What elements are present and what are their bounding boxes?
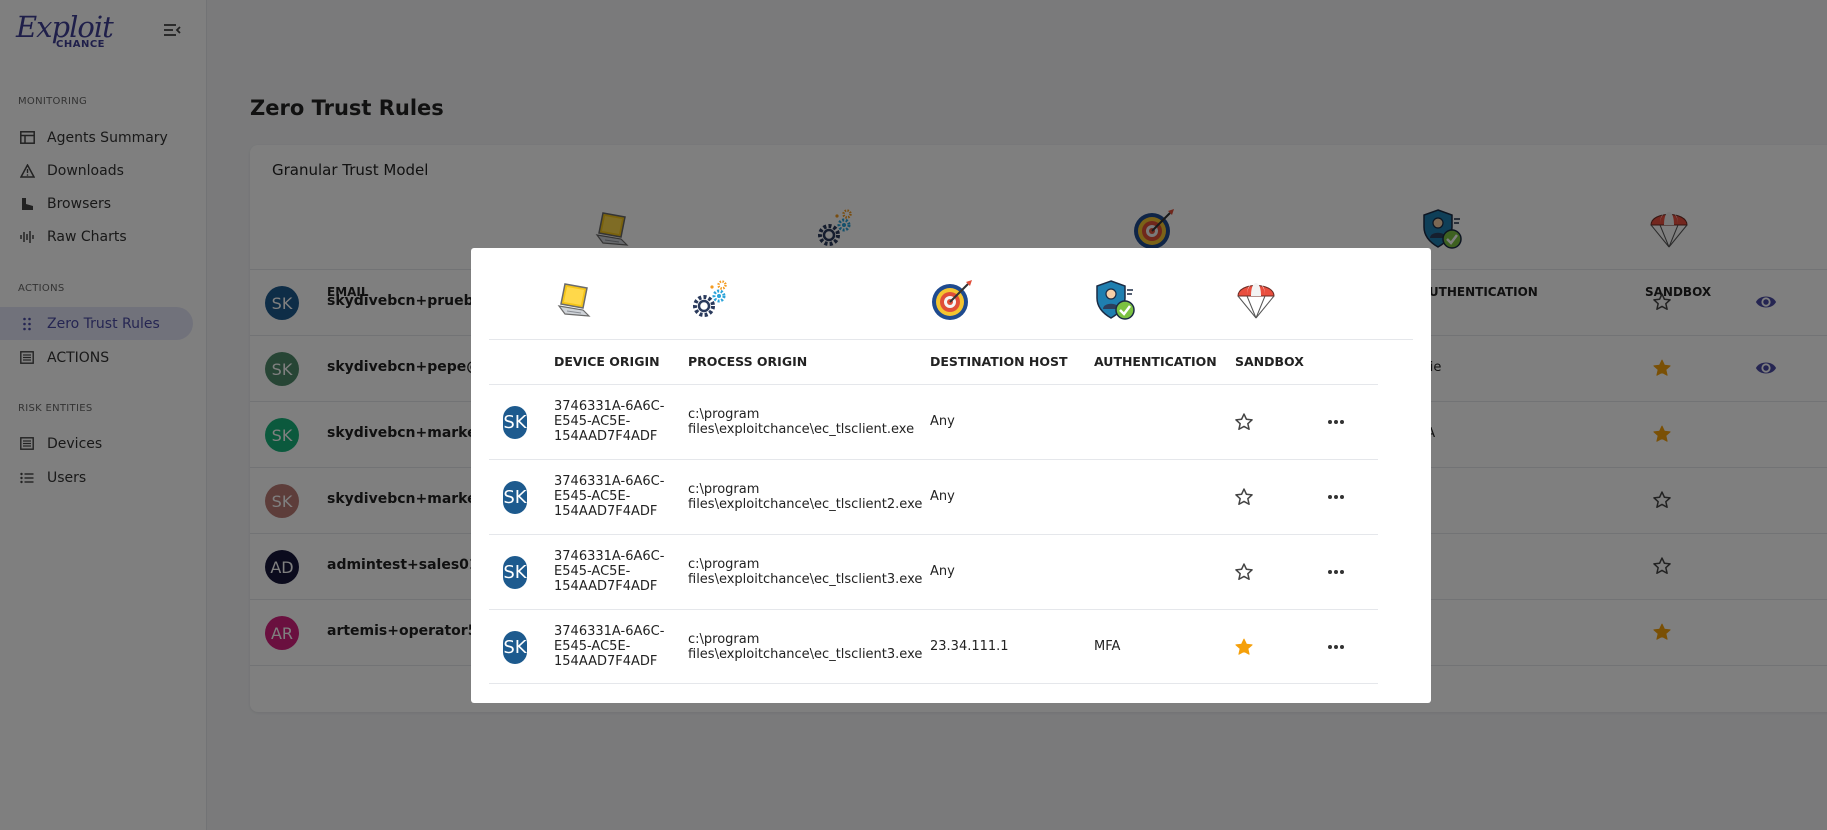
more-dot: [1328, 420, 1332, 424]
device-origin-cell: 3746331A-6A6C-E545-AC5E-154AAD7F4ADF: [554, 624, 665, 669]
column-header-device-origin: DEVICE ORIGIN: [554, 354, 660, 369]
column-header-sandbox: SANDBOX: [1235, 354, 1304, 369]
more-dot: [1328, 570, 1332, 574]
more-dot: [1340, 570, 1344, 574]
column-header-destination-host: DESTINATION HOST: [930, 354, 1068, 369]
process-origin-cell: c:\program files\exploitchance\ec_tlscli…: [688, 407, 915, 437]
laptop-icon: [555, 278, 599, 322]
modal-table-row[interactable]: SK 3746331A-6A6C-E545-AC5E-154AAD7F4ADF c:…: [489, 534, 1378, 609]
gears-icon: [688, 278, 732, 322]
more-dot: [1334, 570, 1338, 574]
target-icon: [930, 278, 974, 322]
avatar: SK: [503, 631, 527, 664]
device-origin-cell: 3746331A-6A6C-E545-AC5E-154AAD7F4ADF: [554, 399, 665, 444]
destination-host-cell: Any: [930, 564, 955, 579]
more-dot: [1340, 420, 1344, 424]
more-dot: [1340, 495, 1344, 499]
shield-user-icon: [1093, 278, 1137, 322]
avatar: SK: [503, 406, 527, 439]
device-origin-cell: 3746331A-6A6C-E545-AC5E-154AAD7F4ADF: [554, 474, 665, 519]
more-options-icon[interactable]: [1325, 638, 1347, 656]
more-options-icon[interactable]: [1325, 413, 1347, 431]
column-header-authentication: AUTHENTICATION: [1094, 354, 1217, 369]
authentication-cell: MFA: [1094, 639, 1121, 654]
destination-host-cell: 23.34.111.1: [930, 639, 1009, 654]
more-options-icon[interactable]: [1325, 488, 1347, 506]
destination-host-cell: Any: [930, 489, 955, 504]
star-outline-icon[interactable]: [1234, 487, 1254, 507]
more-dot: [1334, 495, 1338, 499]
star-outline-icon[interactable]: [1234, 412, 1254, 432]
star-filled-icon[interactable]: [1234, 637, 1254, 657]
process-origin-cell: c:\program files\exploitchance\ec_tlscli…: [688, 482, 923, 512]
more-dot: [1328, 495, 1332, 499]
column-header-process-origin: PROCESS ORIGIN: [688, 354, 808, 369]
modal-header-divider: [489, 339, 1413, 340]
avatar: SK: [503, 556, 527, 589]
process-origin-cell: c:\program files\exploitchance\ec_tlscli…: [688, 557, 923, 587]
star-outline-icon[interactable]: [1234, 562, 1254, 582]
avatar: SK: [503, 481, 527, 514]
more-dot: [1328, 645, 1332, 649]
modal-table-row[interactable]: SK 3746331A-6A6C-E545-AC5E-154AAD7F4ADF c:…: [489, 384, 1378, 459]
more-options-icon[interactable]: [1325, 563, 1347, 581]
more-dot: [1334, 420, 1338, 424]
modal-table-row[interactable]: SK 3746331A-6A6C-E545-AC5E-154AAD7F4ADF c:…: [489, 459, 1378, 534]
process-origin-cell: c:\program files\exploitchance\ec_tlscli…: [688, 632, 923, 662]
rule-details-modal: DEVICE ORIGIN PROCESS ORIGIN DESTINATION…: [471, 248, 1431, 703]
modal-table-row[interactable]: SK 3746331A-6A6C-E545-AC5E-154AAD7F4ADF c:…: [489, 609, 1378, 684]
parachute-icon: [1234, 278, 1278, 322]
more-dot: [1334, 645, 1338, 649]
device-origin-cell: 3746331A-6A6C-E545-AC5E-154AAD7F4ADF: [554, 549, 665, 594]
destination-host-cell: Any: [930, 414, 955, 429]
more-dot: [1340, 645, 1344, 649]
